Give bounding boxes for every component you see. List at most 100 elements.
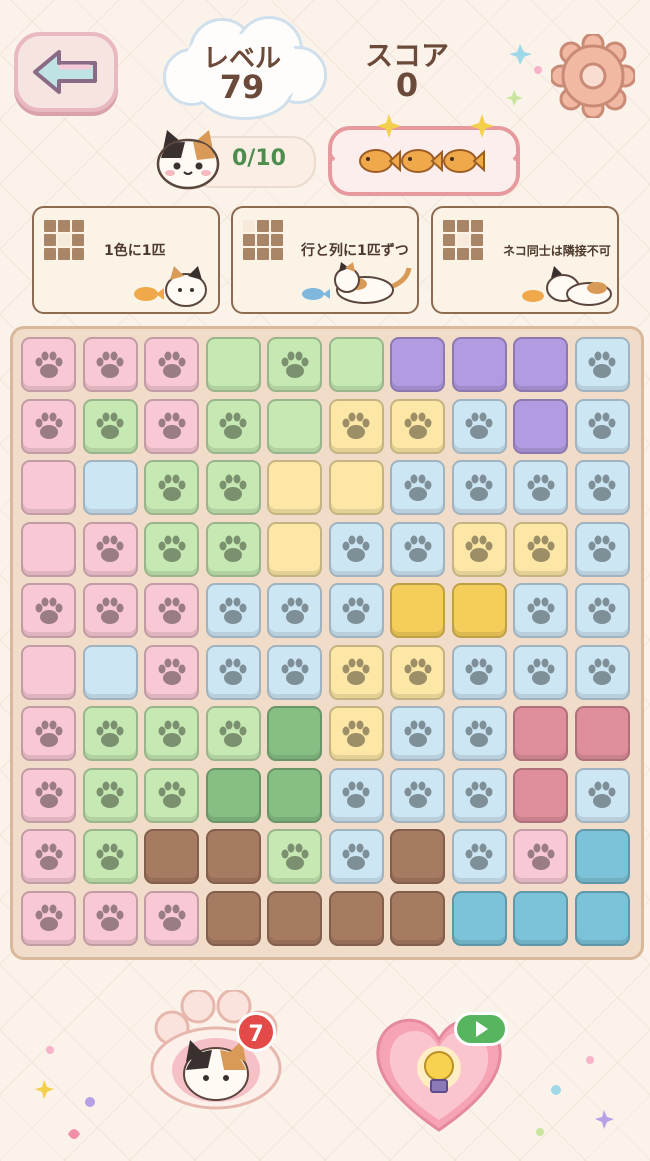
board-cell-paw[interactable] <box>451 644 507 700</box>
board-cell-paw[interactable] <box>451 829 507 884</box>
settings-button[interactable] <box>549 32 637 120</box>
board-cell-paw[interactable] <box>267 644 322 700</box>
board-cell-paw[interactable] <box>328 521 384 577</box>
board-cell-paw[interactable] <box>574 460 630 515</box>
board-cell-paw[interactable] <box>144 583 199 638</box>
play-video-button[interactable] <box>454 1012 508 1046</box>
board-cell[interactable] <box>205 890 261 946</box>
board-cell[interactable] <box>205 337 261 392</box>
board-cell-paw[interactable] <box>451 767 507 823</box>
board-cell[interactable] <box>574 829 630 884</box>
board-cell-paw[interactable] <box>328 767 384 823</box>
board-cell[interactable] <box>451 583 507 638</box>
board-cell-paw[interactable] <box>267 583 322 638</box>
board-cell-paw[interactable] <box>513 460 568 515</box>
board-cell[interactable] <box>574 890 630 946</box>
board-cell[interactable] <box>328 890 384 946</box>
board-cell-paw[interactable] <box>451 521 507 577</box>
board-cell-paw[interactable] <box>82 583 138 638</box>
board-cell-paw[interactable] <box>267 337 322 392</box>
board-cell-paw[interactable] <box>574 337 630 392</box>
board-cell-paw[interactable] <box>205 706 261 761</box>
board-cell-paw[interactable] <box>21 583 76 638</box>
board-cell-paw[interactable] <box>21 398 76 454</box>
board-cell-paw[interactable] <box>205 583 261 638</box>
board-cell-paw[interactable] <box>513 583 568 638</box>
board-cell-paw[interactable] <box>328 583 384 638</box>
board-cell[interactable] <box>390 829 445 884</box>
board-cell-paw[interactable] <box>144 398 199 454</box>
board-cell-paw[interactable] <box>82 890 138 946</box>
board-cell-paw[interactable] <box>144 460 199 515</box>
board-cell[interactable] <box>82 644 138 700</box>
board-cell-paw[interactable] <box>574 521 630 577</box>
board-cell[interactable] <box>513 337 568 392</box>
board-cell-paw[interactable] <box>390 767 445 823</box>
cat-place-button[interactable] <box>142 988 290 1110</box>
board-cell[interactable] <box>451 890 507 946</box>
board-cell-paw[interactable] <box>82 398 138 454</box>
board-cell-paw[interactable] <box>328 706 384 761</box>
board-cell[interactable] <box>82 460 138 515</box>
board-cell-paw[interactable] <box>513 829 568 884</box>
board-cell-paw[interactable] <box>390 644 445 700</box>
board-cell[interactable] <box>267 460 322 515</box>
board-cell[interactable] <box>267 706 322 761</box>
board-cell-paw[interactable] <box>82 521 138 577</box>
board-cell[interactable] <box>513 767 568 823</box>
board-cell[interactable] <box>21 460 76 515</box>
board-cell-paw[interactable] <box>144 337 199 392</box>
board-cell-paw[interactable] <box>21 829 76 884</box>
board-cell[interactable] <box>513 398 568 454</box>
board-cell-paw[interactable] <box>451 706 507 761</box>
board-cell-paw[interactable] <box>21 767 76 823</box>
board-cell-paw[interactable] <box>205 521 261 577</box>
board-cell-paw[interactable] <box>390 521 445 577</box>
board-cell[interactable] <box>574 706 630 761</box>
board-cell-paw[interactable] <box>390 706 445 761</box>
board-cell[interactable] <box>267 767 322 823</box>
board-cell-paw[interactable] <box>82 767 138 823</box>
board-cell[interactable] <box>451 337 507 392</box>
board-cell-paw[interactable] <box>451 398 507 454</box>
board-cell[interactable] <box>21 521 76 577</box>
board-cell[interactable] <box>390 890 445 946</box>
board-cell-paw[interactable] <box>390 398 445 454</box>
board-cell[interactable] <box>205 767 261 823</box>
board-cell-paw[interactable] <box>267 829 322 884</box>
board-cell-paw[interactable] <box>144 706 199 761</box>
board-cell-paw[interactable] <box>328 398 384 454</box>
board-cell[interactable] <box>390 337 445 392</box>
board-cell-paw[interactable] <box>82 829 138 884</box>
board-cell[interactable] <box>267 890 322 946</box>
board-cell-paw[interactable] <box>513 521 568 577</box>
board-cell[interactable] <box>328 337 384 392</box>
board-cell-paw[interactable] <box>82 337 138 392</box>
board-cell[interactable] <box>328 460 384 515</box>
board-cell-paw[interactable] <box>513 644 568 700</box>
back-button[interactable] <box>14 32 118 112</box>
board-cell-paw[interactable] <box>390 460 445 515</box>
board-cell-paw[interactable] <box>328 644 384 700</box>
board-cell-paw[interactable] <box>451 460 507 515</box>
board-cell-paw[interactable] <box>205 398 261 454</box>
board-cell-paw[interactable] <box>144 521 199 577</box>
board-cell-paw[interactable] <box>574 398 630 454</box>
board-cell-paw[interactable] <box>144 767 199 823</box>
board-cell-paw[interactable] <box>574 583 630 638</box>
board-cell-paw[interactable] <box>144 890 199 946</box>
board-cell-paw[interactable] <box>82 706 138 761</box>
board-cell-paw[interactable] <box>21 337 76 392</box>
board-cell-paw[interactable] <box>21 706 76 761</box>
board-cell[interactable] <box>390 583 445 638</box>
board-cell[interactable] <box>21 644 76 700</box>
board-cell-paw[interactable] <box>144 644 199 700</box>
board-cell[interactable] <box>513 890 568 946</box>
board-cell[interactable] <box>513 706 568 761</box>
board-cell[interactable] <box>267 521 322 577</box>
board-cell-paw[interactable] <box>328 829 384 884</box>
board-cell[interactable] <box>205 829 261 884</box>
board-cell[interactable] <box>267 398 322 454</box>
board-cell-paw[interactable] <box>574 767 630 823</box>
board-cell-paw[interactable] <box>574 644 630 700</box>
